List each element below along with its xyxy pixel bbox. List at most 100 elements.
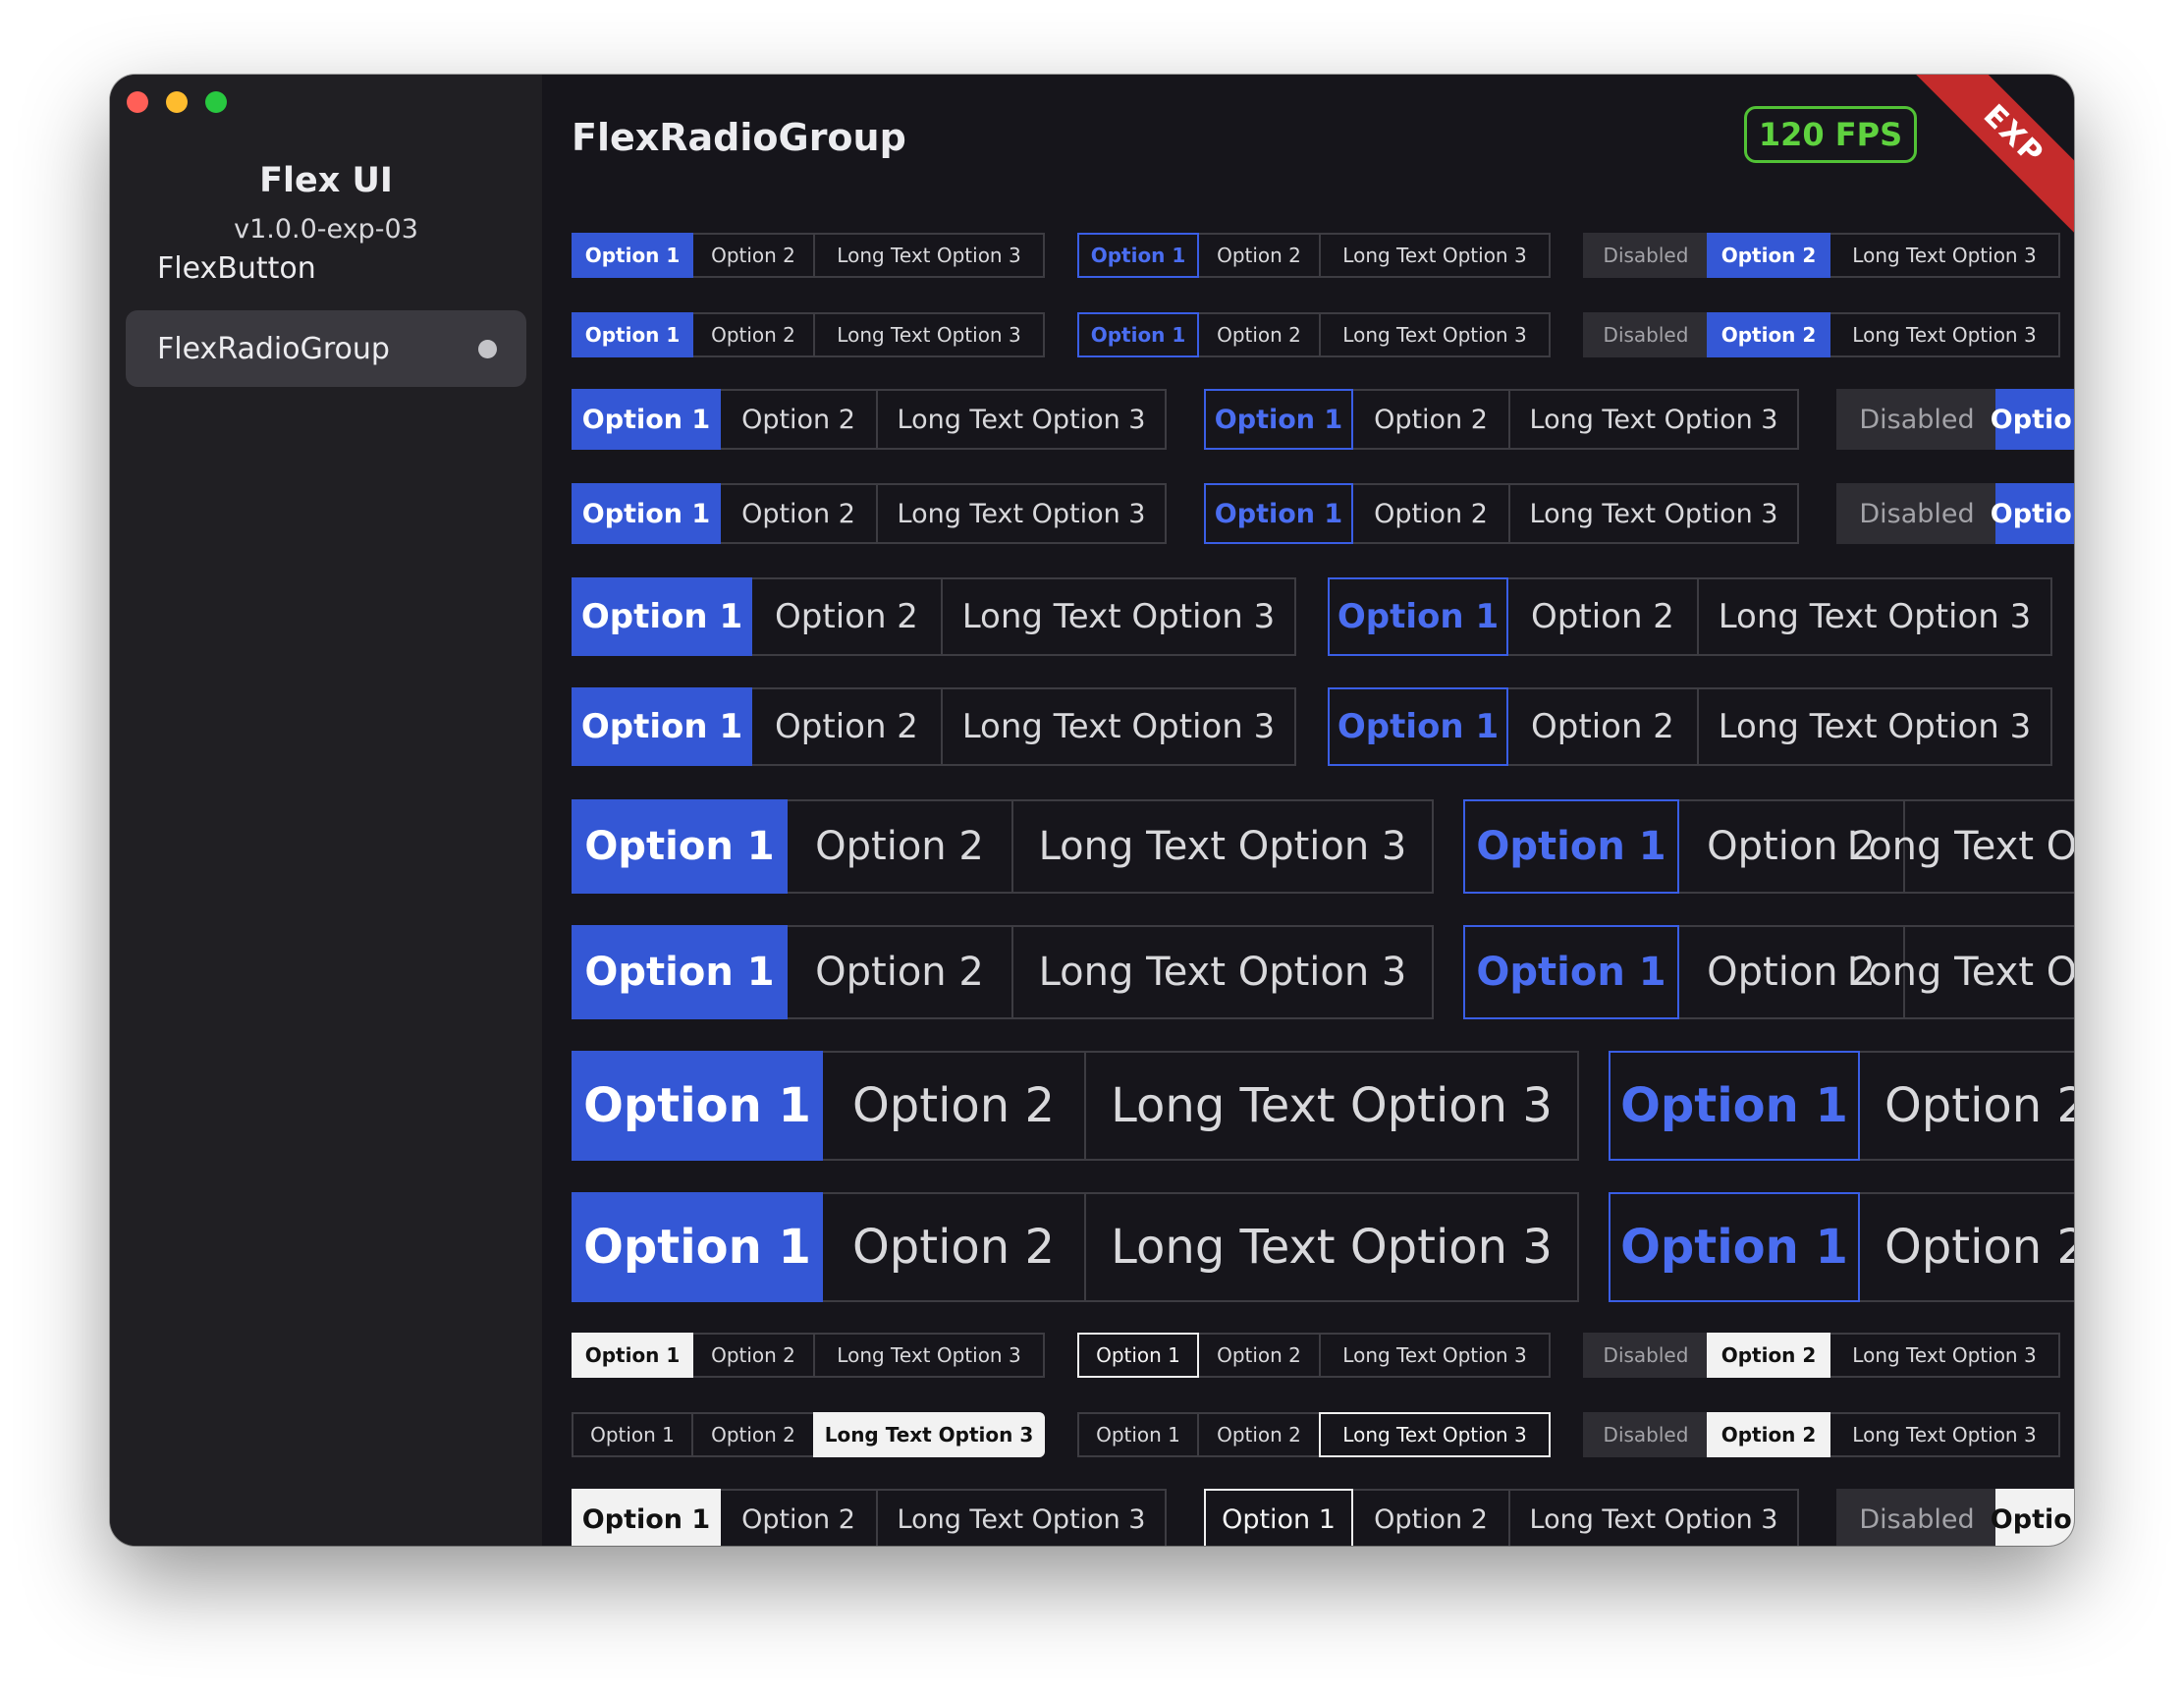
radio-option-2[interactable]: Option 2 bbox=[786, 925, 1013, 1019]
radio-option-2[interactable]: Option 2 bbox=[1707, 1333, 1830, 1378]
radio-group: Option 1Option 2Long Text Option 3 bbox=[572, 577, 1296, 656]
radio-option-1[interactable]: Option 1 bbox=[1609, 1192, 1860, 1302]
radio-option-1[interactable]: Option 1 bbox=[572, 577, 752, 656]
radio-option-2[interactable]: Option 2 bbox=[1707, 233, 1830, 278]
radio-option-1[interactable]: Option 1 bbox=[572, 799, 788, 894]
radio-option-2[interactable]: Option 2 bbox=[1991, 389, 2074, 450]
sidebar-item-flexradiogroup[interactable]: FlexRadioGroup bbox=[126, 310, 526, 387]
radio-option-2[interactable]: Option 2 bbox=[1197, 233, 1321, 278]
radio-option-2[interactable]: Option 2 bbox=[1197, 312, 1321, 357]
radio-option-1[interactable]: Option 1 bbox=[572, 925, 788, 1019]
zoom-window-button[interactable] bbox=[205, 91, 227, 113]
radio-option-1[interactable]: Option 1 bbox=[572, 1333, 693, 1378]
radio-option-1[interactable]: Option 1 bbox=[1463, 799, 1679, 894]
radio-option-2[interactable]: Option 2 bbox=[1351, 483, 1510, 544]
radio-option-1[interactable]: Option 1 bbox=[1204, 389, 1353, 450]
radio-option-3[interactable]: Long Text Option 3 bbox=[1508, 1489, 1799, 1546]
radio-option-1[interactable]: Option 1 bbox=[1463, 925, 1679, 1019]
radio-option-3[interactable]: Long Text Option 3 bbox=[1829, 233, 2060, 278]
radio-option-2[interactable]: Option 2 bbox=[1858, 1051, 2074, 1161]
radio-option-2[interactable]: Option 2 bbox=[786, 799, 1013, 894]
radio-option-3[interactable]: Long Text Option 3 bbox=[813, 312, 1045, 357]
radio-option-3[interactable]: Long Text Option 3 bbox=[1011, 925, 1434, 1019]
radio-option-3[interactable]: Long Text Option 3 bbox=[1319, 312, 1551, 357]
radio-option-3[interactable]: Long Text Option 3 bbox=[1829, 1412, 2060, 1457]
radio-option-1[interactable]: Option 1 bbox=[1204, 1489, 1353, 1546]
radio-option-3[interactable]: Long Text Option 3 bbox=[1697, 687, 2052, 766]
radio-option-1[interactable]: Option 1 bbox=[572, 389, 721, 450]
radio-option-2[interactable]: Option 2 bbox=[1707, 1412, 1830, 1457]
radio-option-1[interactable]: Option 1 bbox=[572, 1051, 823, 1161]
radio-option-2[interactable]: Option 2 bbox=[1351, 389, 1510, 450]
radio-option-1[interactable]: Option 1 bbox=[572, 312, 693, 357]
radio-option-2[interactable]: Option 2 bbox=[719, 1489, 878, 1546]
radio-option-1[interactable]: Option 1 bbox=[1328, 687, 1508, 766]
radio-option-3[interactable]: Long Text Option 3 bbox=[813, 233, 1045, 278]
radio-option-2[interactable]: Option 2 bbox=[1506, 687, 1699, 766]
radio-option-2[interactable]: Option 2 bbox=[691, 312, 815, 357]
sidebar-item-flexbutton[interactable]: FlexButton bbox=[126, 230, 526, 306]
radio-option-1[interactable]: Option 1 bbox=[1077, 233, 1199, 278]
radio-option-3[interactable]: Long Text Option 3 bbox=[941, 577, 1296, 656]
radio-option-2[interactable]: Option 2 bbox=[1991, 1489, 2074, 1546]
radio-option-2[interactable]: Option 2 bbox=[1197, 1333, 1321, 1378]
radio-option-2[interactable]: Option 2 bbox=[821, 1192, 1086, 1302]
radio-option-1[interactable]: Option 1 bbox=[1204, 483, 1353, 544]
radio-option-2[interactable]: Option 2 bbox=[691, 233, 815, 278]
radio-option-1[interactable]: Option 1 bbox=[572, 1412, 693, 1457]
radio-option-3[interactable]: Long Text Option 3 bbox=[876, 389, 1167, 450]
app-name: Flex UI bbox=[259, 161, 393, 200]
radio-option-1[interactable]: Option 1 bbox=[572, 1192, 823, 1302]
radio-option-1[interactable]: Option 1 bbox=[572, 233, 693, 278]
radio-option-3[interactable]: Long Text Option 3 bbox=[813, 1412, 1045, 1457]
radio-option-2[interactable]: Option 2 bbox=[821, 1051, 1086, 1161]
radio-option-3[interactable]: Long Text Option 3 bbox=[1847, 799, 2074, 894]
radio-option-disabled: Disabled bbox=[1583, 1412, 1709, 1457]
radio-option-3[interactable]: Long Text Option 3 bbox=[1011, 799, 1434, 894]
radio-option-3[interactable]: Long Text Option 3 bbox=[1847, 925, 2074, 1019]
radio-option-1[interactable]: Option 1 bbox=[1609, 1051, 1860, 1161]
radio-option-1[interactable]: Option 1 bbox=[572, 687, 752, 766]
radio-option-3[interactable]: Long Text Option 3 bbox=[813, 1333, 1045, 1378]
radio-option-3[interactable]: Long Text Option 3 bbox=[941, 687, 1296, 766]
radio-option-3[interactable]: Long Text Option 3 bbox=[876, 1489, 1167, 1546]
radio-option-3[interactable]: Long Text Option 3 bbox=[1319, 1333, 1551, 1378]
radio-option-2[interactable]: Option 2 bbox=[1858, 1192, 2074, 1302]
radio-option-2[interactable]: Option 2 bbox=[750, 687, 943, 766]
radio-option-1[interactable]: Option 1 bbox=[1077, 312, 1199, 357]
radio-option-3[interactable]: Long Text Option 3 bbox=[1697, 577, 2052, 656]
radio-option-2[interactable]: Option 2 bbox=[1991, 483, 2074, 544]
radio-option-2[interactable]: Option 2 bbox=[719, 389, 878, 450]
radio-option-3[interactable]: Long Text Option 3 bbox=[876, 483, 1167, 544]
radio-option-2[interactable]: Option 2 bbox=[1707, 312, 1830, 357]
radio-option-3[interactable]: Long Text Option 3 bbox=[1319, 1412, 1551, 1457]
radio-option-2[interactable]: Option 2 bbox=[691, 1412, 815, 1457]
radio-option-1[interactable]: Option 1 bbox=[1328, 577, 1508, 656]
radio-group: Option 1Option 2Long Text Option 3 bbox=[572, 687, 1296, 766]
radio-option-3[interactable]: Long Text Option 3 bbox=[1508, 389, 1799, 450]
radio-option-3[interactable]: Long Text Option 3 bbox=[1084, 1051, 1579, 1161]
radio-option-1[interactable]: Option 1 bbox=[572, 1489, 721, 1546]
radio-option-2[interactable]: Option 2 bbox=[750, 577, 943, 656]
radio-group: Option 1Option 2Long Text Option 3 bbox=[572, 1051, 1579, 1161]
radio-option-disabled: Disabled bbox=[1836, 483, 1997, 544]
radio-option-2[interactable]: Option 2 bbox=[1351, 1489, 1510, 1546]
sidebar-item-label: FlexButton bbox=[157, 250, 316, 286]
radio-option-3[interactable]: Long Text Option 3 bbox=[1319, 233, 1551, 278]
radio-group: Option 1Option 2Long Text Option 3 bbox=[572, 233, 1045, 278]
radio-option-2[interactable]: Option 2 bbox=[1506, 577, 1699, 656]
radio-option-1[interactable]: Option 1 bbox=[572, 483, 721, 544]
radio-option-1[interactable]: Option 1 bbox=[1077, 1412, 1199, 1457]
radio-group: Option 1Option 2Long Text Option 3 bbox=[1077, 312, 1551, 357]
radio-option-2[interactable]: Option 2 bbox=[719, 483, 878, 544]
close-window-button[interactable] bbox=[127, 91, 148, 113]
radio-option-3[interactable]: Long Text Option 3 bbox=[1829, 312, 2060, 357]
radio-option-1[interactable]: Option 1 bbox=[1077, 1333, 1199, 1378]
minimize-window-button[interactable] bbox=[166, 91, 188, 113]
radio-option-3[interactable]: Long Text Option 3 bbox=[1508, 483, 1799, 544]
radio-group: Option 1Option 2Long Text Option 3 bbox=[572, 799, 1434, 894]
radio-option-3[interactable]: Long Text Option 3 bbox=[1084, 1192, 1579, 1302]
radio-option-3[interactable]: Long Text Option 3 bbox=[1829, 1333, 2060, 1378]
radio-option-2[interactable]: Option 2 bbox=[1197, 1412, 1321, 1457]
radio-option-2[interactable]: Option 2 bbox=[691, 1333, 815, 1378]
